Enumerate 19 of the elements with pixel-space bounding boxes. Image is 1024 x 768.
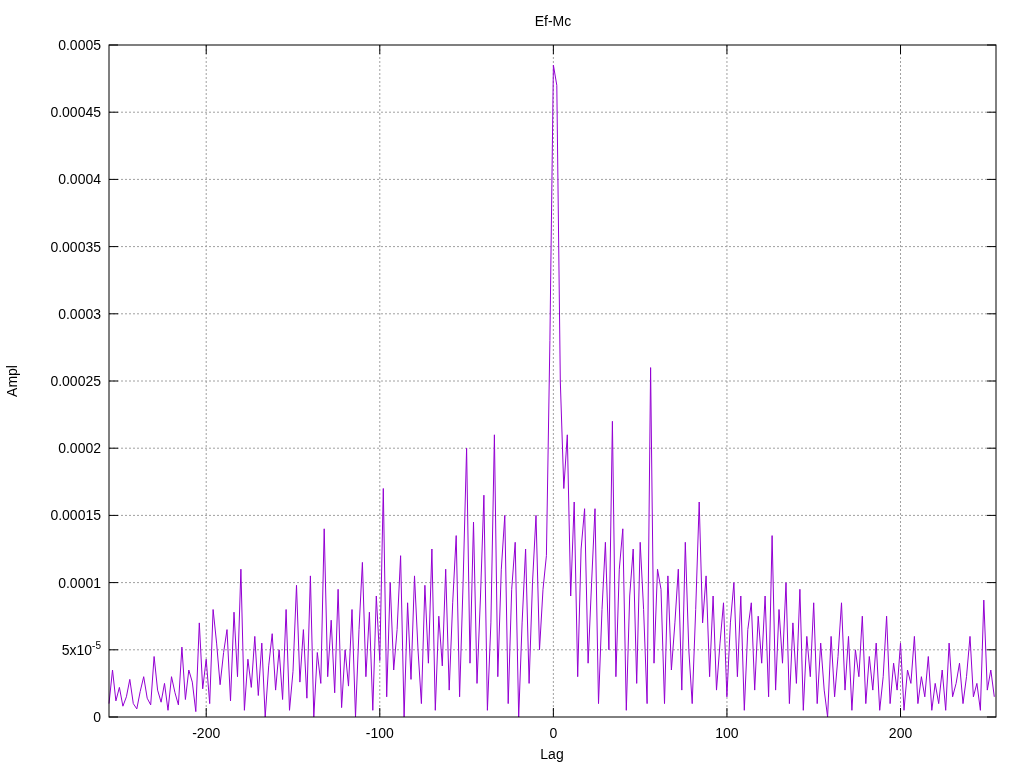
y-tick-label: 0.00035	[50, 238, 101, 255]
y-tick-label: 0	[93, 709, 101, 725]
x-tick-label: 0	[549, 724, 558, 741]
x-tick-label: 100	[715, 724, 739, 741]
y-tick-label: 0.00045	[50, 104, 101, 121]
y-axis-label: Ampl	[3, 365, 20, 397]
y-tick-label: 5x10$^{-5}$	[61, 641, 101, 658]
chart-title: Ef-Mc	[534, 12, 572, 29]
y-tick-label: 0.0002	[58, 440, 101, 457]
x-tick-label: -100	[365, 724, 394, 741]
y-tick-label: 0.0001	[58, 574, 101, 591]
x-tick-label: -200	[192, 724, 221, 741]
y-tick-label: 0.0005	[58, 37, 101, 53]
x-axis-label: Lag	[540, 745, 564, 762]
y-tick-label: 0.0004	[58, 171, 101, 188]
y-tick-label: 0.00015	[50, 507, 101, 524]
x-tick-label: 200	[888, 724, 913, 741]
y-tick-label: 0.0003	[58, 305, 101, 322]
y-tick-label: 0.00025	[50, 373, 101, 389]
